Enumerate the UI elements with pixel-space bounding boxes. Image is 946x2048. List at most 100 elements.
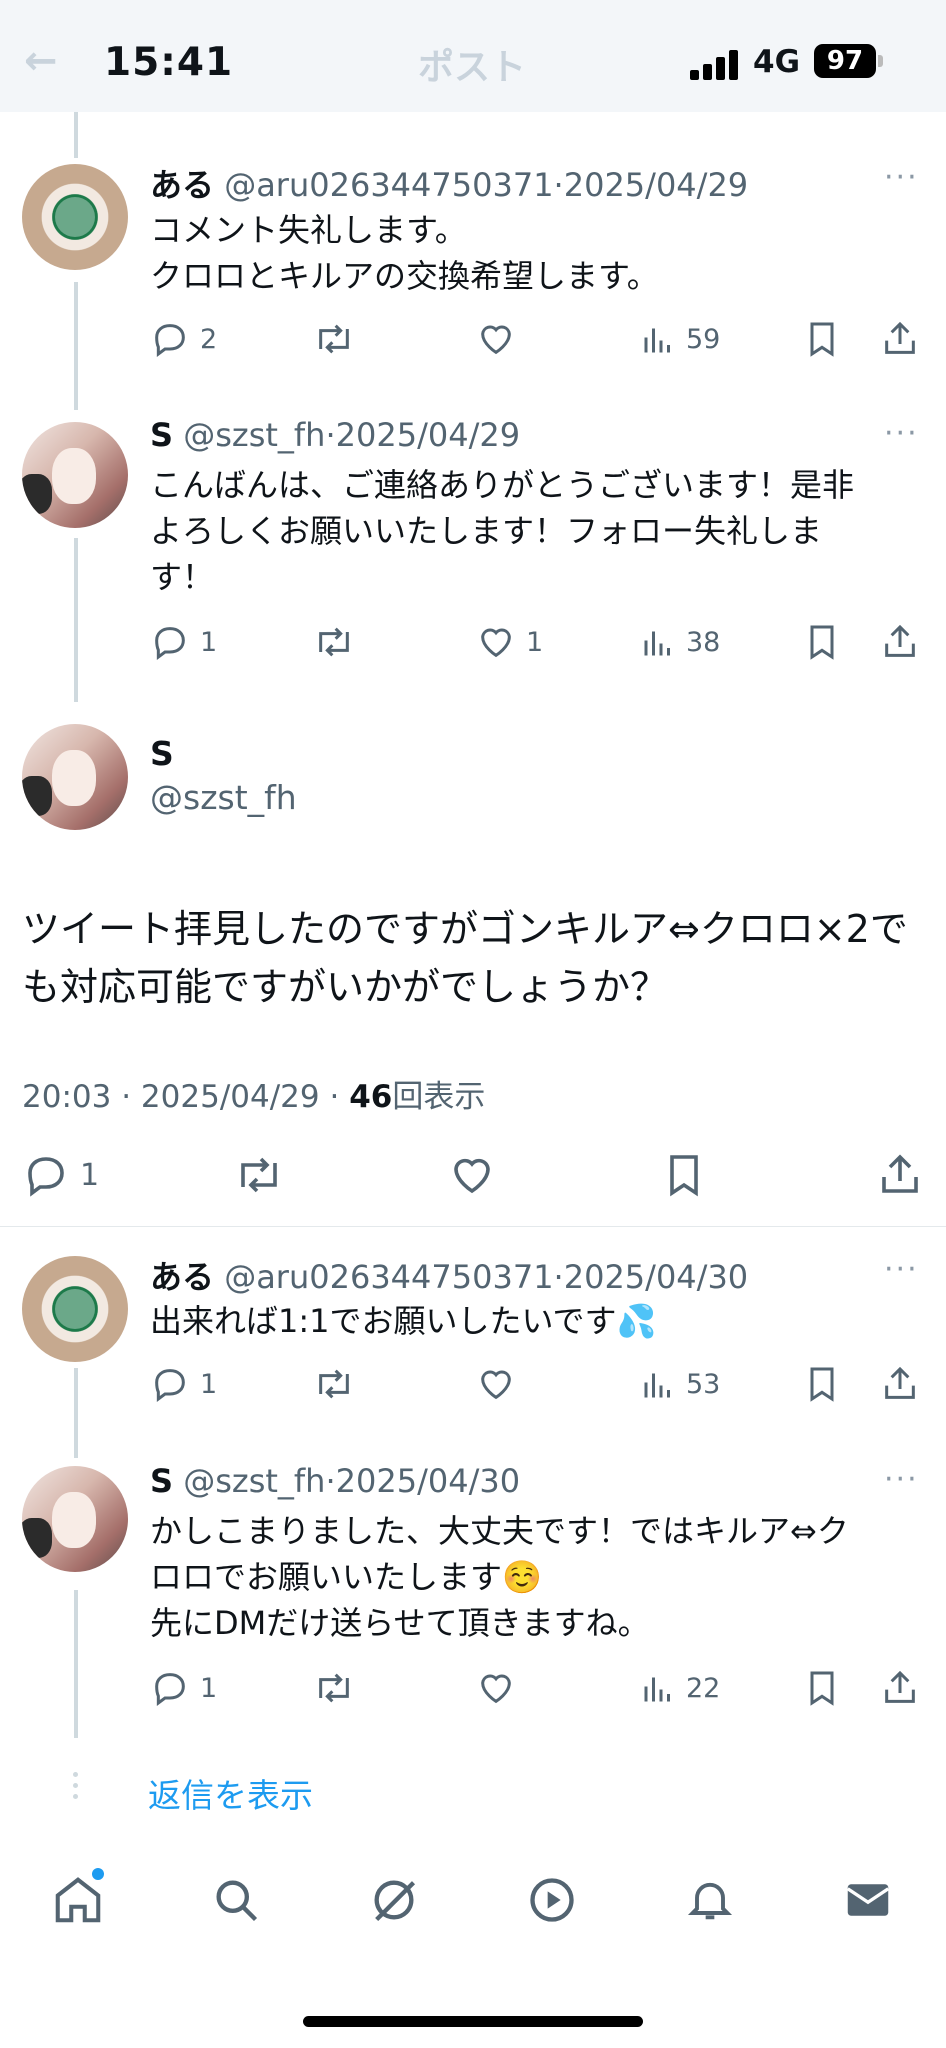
display-name[interactable]: S [150, 1462, 173, 1500]
avatar[interactable] [22, 724, 128, 830]
heart-icon [481, 1674, 511, 1704]
more-options-icon[interactable]: ··· [884, 1252, 919, 1287]
reply-icon [28, 1157, 64, 1197]
search-icon[interactable] [206, 1870, 266, 1930]
thread-line [74, 1590, 78, 1738]
share-button[interactable] [880, 620, 920, 664]
like-button[interactable] [448, 1150, 496, 1200]
action-bar: 1 1 38 [0, 620, 946, 664]
bookmark-button[interactable] [804, 1362, 840, 1406]
tweet-text: 出来れば1:1でお願いしたいです💦 [150, 1302, 657, 1340]
heart-icon [481, 628, 511, 658]
share-button[interactable] [880, 1666, 920, 1710]
more-options-icon[interactable]: ··· [884, 1462, 919, 1497]
post-date[interactable]: 2025/04/29 [336, 416, 520, 454]
show-replies-link[interactable]: 返信を表示 [148, 1769, 313, 1817]
view-count[interactable]: 46 [349, 1079, 392, 1115]
reply-button[interactable]: 1 [150, 1362, 217, 1406]
back-arrow-icon[interactable]: ← [24, 38, 58, 84]
battery-tip [878, 55, 883, 67]
grok-icon[interactable] [364, 1870, 424, 1930]
bookmark-button[interactable] [804, 1666, 840, 1710]
notifications-icon[interactable] [680, 1870, 740, 1930]
retweet-button[interactable] [312, 317, 356, 361]
avatar[interactable] [22, 1256, 128, 1362]
bookmark-button[interactable] [662, 1150, 706, 1200]
handle[interactable]: @szst_fh [183, 1462, 325, 1500]
bookmark-button[interactable] [804, 317, 840, 361]
retweet-icon [319, 627, 349, 657]
more-options-icon[interactable]: ··· [884, 416, 919, 451]
home-indicator [303, 2016, 643, 2027]
display-name[interactable]: S [150, 416, 173, 454]
share-button[interactable] [876, 1150, 924, 1200]
avatar[interactable] [22, 1466, 128, 1572]
retweet-button[interactable] [232, 1150, 286, 1200]
like-button[interactable] [476, 1666, 516, 1710]
notification-dot [92, 1868, 104, 1880]
action-bar: 2 59 [0, 317, 946, 361]
retweet-button[interactable] [312, 1666, 356, 1710]
heart-icon [481, 1370, 511, 1400]
action-bar: 1 22 [0, 1666, 946, 1710]
thread-dots [73, 1772, 79, 1805]
tweet-header: S @szst_fh·2025/04/29 [150, 416, 521, 454]
share-button[interactable] [880, 1362, 920, 1406]
retweet-icon [319, 324, 349, 354]
display-name[interactable]: S [150, 734, 174, 773]
more-options-icon[interactable]: ··· [884, 160, 919, 195]
like-button[interactable]: 1 [476, 620, 543, 664]
views-button[interactable]: 53 [640, 1362, 720, 1406]
divider [0, 1226, 946, 1227]
action-bar: 1 53 [0, 1362, 946, 1406]
view-label: 回表示 [392, 1079, 486, 1115]
battery-icon: 97 [814, 44, 876, 78]
tweet-text: こんばんは、ご連絡ありがとうございます！是非 よろしくお願いいたします！フォロー… [150, 466, 855, 596]
post-meta: 20:03 · 2025/04/29 · 46回表示 [22, 1079, 486, 1115]
heart-icon [454, 1158, 490, 1194]
retweet-button[interactable] [312, 620, 356, 664]
main-action-bar: 1 [0, 1150, 946, 1200]
display-name[interactable]: ある [150, 1258, 214, 1296]
video-icon[interactable] [522, 1870, 582, 1930]
reply-button[interactable]: 1 [22, 1150, 99, 1200]
views-button[interactable]: 59 [640, 317, 720, 361]
retweet-button[interactable] [312, 1362, 356, 1406]
post-date[interactable]: 2025/04/29 [564, 166, 748, 204]
handle[interactable]: @aru026344750371 [224, 1258, 553, 1296]
share-icon [885, 321, 915, 354]
views-button[interactable]: 38 [640, 620, 720, 664]
bookmark-button[interactable] [804, 620, 840, 664]
tweet-header: ある @aru026344750371·2025/04/30 [150, 1258, 749, 1296]
handle[interactable]: @szst_fh [150, 778, 297, 817]
messages-icon[interactable] [838, 1870, 898, 1930]
clock: 15:41 [104, 40, 234, 85]
avatar[interactable] [22, 164, 128, 270]
like-button[interactable] [476, 317, 516, 361]
post-date[interactable]: 2025/04/30 [564, 1258, 748, 1296]
main-tweet-text: ツイート拝見したのですがゴンキルア⇔クロロ×2で も対応可能ですがいかがでしょう… [22, 907, 908, 1009]
reply-icon [155, 627, 185, 660]
share-button[interactable] [880, 317, 920, 361]
views-button[interactable]: 22 [640, 1666, 720, 1710]
page-title: ポスト [418, 47, 527, 88]
reply-button[interactable]: 1 [150, 620, 217, 664]
like-button[interactable] [476, 1362, 516, 1406]
handle[interactable]: @aru026344750371 [224, 166, 553, 204]
reply-button[interactable]: 1 [150, 1666, 217, 1710]
tweet-text: コメント失礼します。 クロロとキルアの交換希望します。 [150, 211, 659, 295]
reply-icon [155, 1673, 185, 1706]
post-date[interactable]: 2025/04/30 [336, 1462, 520, 1500]
tweet-text: かしこまりました、大丈夫です！ではキルア⇔ク ロロでお願いいたします☺️ 先にD… [150, 1512, 849, 1642]
share-icon [882, 1154, 918, 1193]
avatar[interactable] [22, 422, 128, 528]
views-icon [644, 1373, 670, 1398]
retweet-icon [241, 1157, 277, 1193]
display-name[interactable]: ある [150, 166, 214, 204]
post-date: 2025/04/29 [140, 1079, 320, 1115]
signal-icon [690, 50, 740, 80]
network-type: 4G [753, 44, 801, 80]
heart-icon [481, 325, 511, 355]
reply-button[interactable]: 2 [150, 317, 217, 361]
handle[interactable]: @szst_fh [183, 416, 325, 454]
